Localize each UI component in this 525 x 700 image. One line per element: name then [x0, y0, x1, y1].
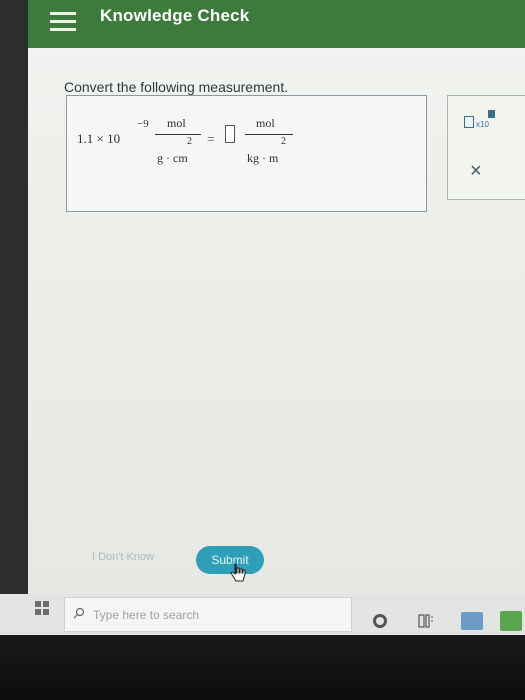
target-fraction-bar: [245, 134, 293, 135]
close-x-icon[interactable]: ×: [470, 160, 482, 183]
search-placeholder: Type here to search: [93, 608, 200, 622]
hand-cursor-icon: [230, 563, 246, 582]
scientific-notation-button[interactable]: x10: [464, 110, 498, 134]
browser-screen: Knowledge Check Convert the following me…: [28, 0, 525, 594]
target-unit-denominator-exponent: 2: [281, 136, 286, 147]
file-explorer-icon[interactable]: [461, 612, 483, 630]
target-unit-denominator: kg · m: [247, 151, 279, 165]
monitor-bezel-left: [0, 0, 28, 600]
page-title: Knowledge Check: [100, 6, 250, 25]
task-view-icon[interactable]: [418, 613, 434, 629]
answer-area: 1.1 × 10 −9 mol 2 g · cm = mol 2 kg · m: [66, 95, 427, 212]
question-prompt: Convert the following measurement.: [64, 79, 289, 95]
given-unit-denominator: g · cm: [157, 151, 188, 165]
given-fraction-bar: [155, 134, 201, 135]
hamburger-menu-icon[interactable]: [50, 10, 78, 34]
equals-sign: =: [207, 131, 215, 146]
dont-know-button[interactable]: I Don't Know: [92, 551, 154, 563]
coefficient: 1.1 × 10: [77, 131, 121, 146]
app-header: Knowledge Check: [28, 0, 525, 48]
answer-tools-panel: x10 ×: [447, 95, 525, 200]
store-app-icon[interactable]: [500, 611, 522, 631]
answer-input-box[interactable]: [225, 125, 235, 143]
x10-box-icon: [464, 116, 474, 128]
taskbar-search-box[interactable]: Type here to search: [64, 597, 352, 632]
windows-logo-icon[interactable]: [35, 601, 49, 615]
x10-label: x10: [476, 120, 489, 129]
x10-exponent-icon: [488, 110, 495, 118]
given-unit-numerator: mol: [167, 116, 186, 130]
exponent: −9: [137, 118, 149, 130]
cortana-circle-icon[interactable]: [373, 614, 387, 628]
search-icon: [73, 607, 85, 619]
target-unit-numerator: mol: [256, 116, 275, 130]
monitor-bezel-bottom: [0, 635, 525, 700]
given-unit-denominator-exponent: 2: [187, 136, 192, 147]
